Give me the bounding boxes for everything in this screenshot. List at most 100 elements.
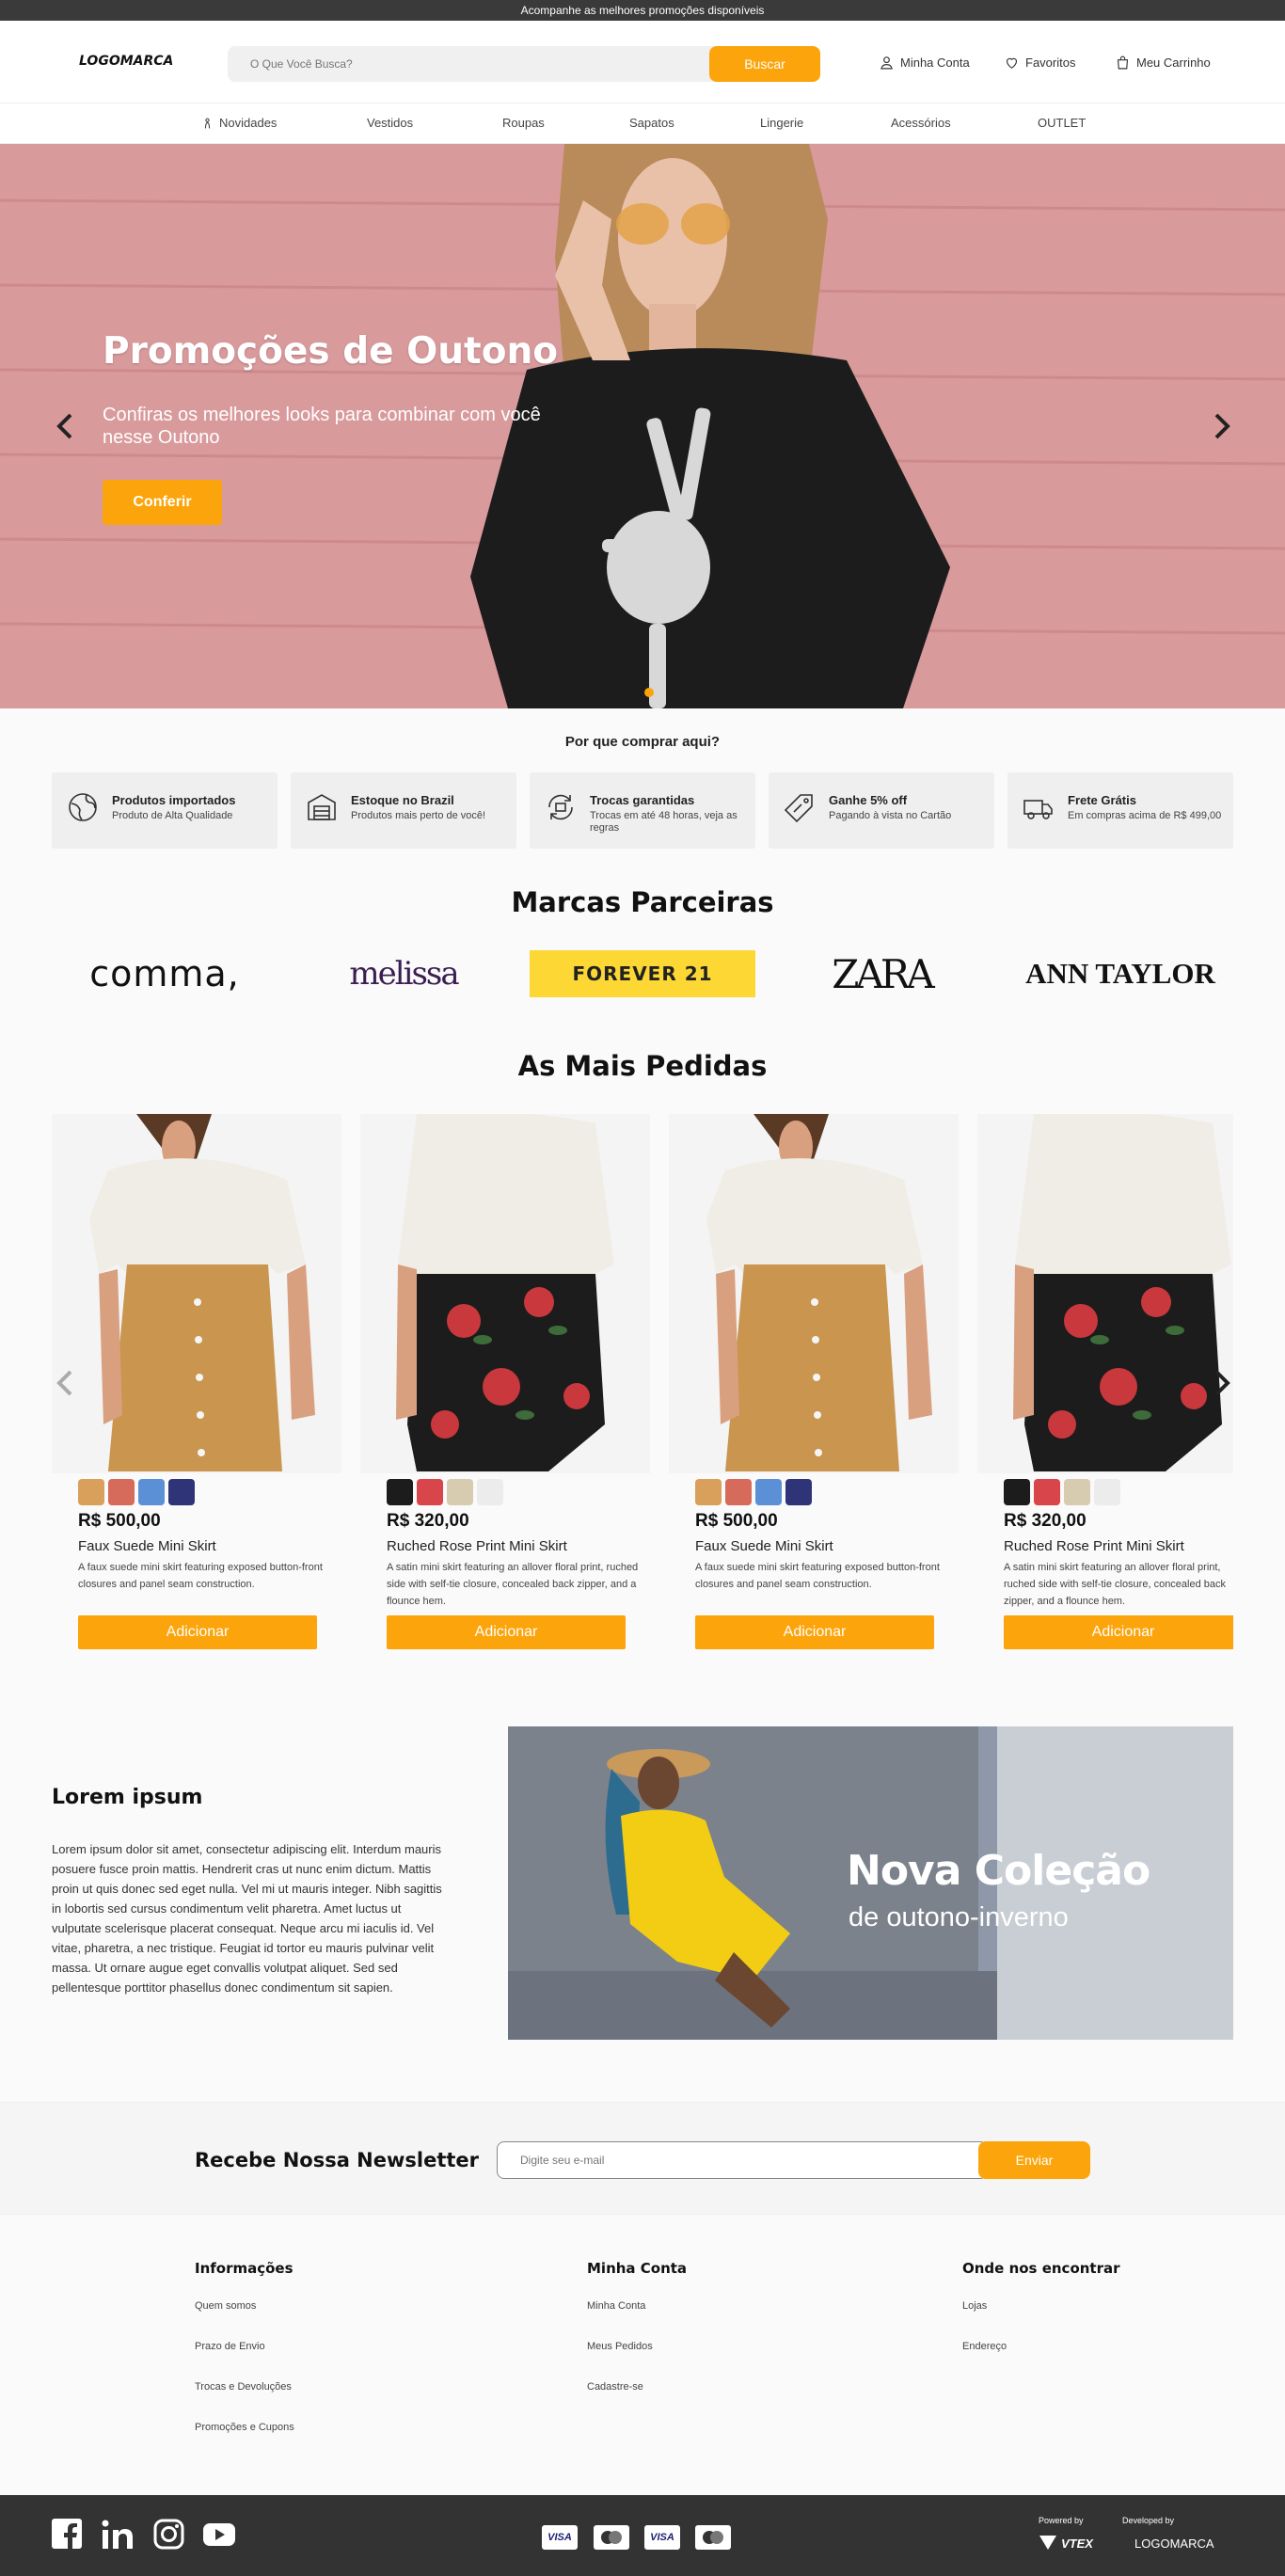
brand-logo-ann-taylor[interactable]: ANN TAYLOR	[1007, 950, 1233, 997]
chevron-left-icon[interactable]	[52, 407, 80, 445]
color-swatch[interactable]	[417, 1479, 443, 1505]
color-swatch[interactable]	[785, 1479, 812, 1505]
add-to-cart-button[interactable]: Adicionar	[387, 1615, 626, 1649]
product-image[interactable]	[52, 1114, 341, 1473]
nav-item-lingerie[interactable]: Lingerie	[760, 116, 803, 130]
products-title: As Mais Pedidas	[517, 1050, 768, 1082]
footer-link[interactable]: Meus Pedidos	[587, 2341, 653, 2352]
footer-link[interactable]: Endereço	[962, 2341, 1007, 2352]
newsletter-submit-button[interactable]: Enviar	[978, 2141, 1090, 2179]
chevron-right-icon[interactable]	[1207, 1364, 1235, 1402]
benefit-desc: Produtos mais perto de você!	[351, 810, 486, 821]
vtex-logo[interactable]: VTEX	[1061, 2536, 1093, 2551]
color-swatch[interactable]	[1094, 1479, 1120, 1505]
nav-item-novidades[interactable]: Novidades	[201, 116, 277, 130]
nav-item-outlet[interactable]: OUTLET	[1038, 116, 1086, 130]
topbar-text: Acompanhe as melhores promoções disponív…	[520, 4, 765, 17]
nav-item-acessorios[interactable]: Acessórios	[891, 116, 951, 130]
product-desc: A faux suede mini skirt featuring expose…	[695, 1562, 940, 1590]
site-header: LOGOMARCA Buscar Minha Conta Favoritos M…	[0, 21, 1285, 103]
main-nav: Novidades Vestidos Roupas Sapatos Linger…	[0, 103, 1285, 144]
collection-banner[interactable]: Nova Coleção de outono-inverno	[508, 1726, 1233, 2040]
footer-link[interactable]: Cadastre-se	[587, 2381, 643, 2393]
brand-logo-comma[interactable]: comma,	[52, 950, 278, 997]
newsletter-email-input[interactable]	[497, 2141, 988, 2179]
color-swatch[interactable]	[387, 1479, 413, 1505]
product-name[interactable]: Faux Suede Mini Skirt	[78, 1538, 216, 1554]
nav-item-roupas[interactable]: Roupas	[502, 116, 545, 130]
benefit-desc: Trocas em até 48 horas, veja as regras	[590, 810, 738, 834]
payment-label: VISA	[547, 2532, 572, 2543]
linkedin-icon[interactable]	[102, 2519, 134, 2551]
instagram-icon[interactable]	[153, 2519, 184, 2550]
product-name[interactable]: Ruched Rose Print Mini Skirt	[387, 1538, 567, 1554]
collection-subtitle: de outono-inverno	[849, 1902, 1069, 1932]
add-to-cart-button[interactable]: Adicionar	[78, 1615, 317, 1649]
nav-item-label: Vestidos	[367, 116, 414, 130]
color-swatch[interactable]	[138, 1479, 165, 1505]
brand-name: ZARA	[832, 950, 934, 997]
search-input[interactable]	[228, 46, 707, 82]
product-name[interactable]: Ruched Rose Print Mini Skirt	[1004, 1538, 1184, 1554]
nav-item-label: OUTLET	[1038, 116, 1087, 130]
facebook-icon[interactable]	[52, 2519, 82, 2551]
account-link[interactable]: Minha Conta	[879, 55, 970, 71]
brand-logo-melissa[interactable]: melissa	[291, 950, 516, 997]
color-swatch[interactable]	[477, 1479, 503, 1505]
search-button[interactable]: Buscar	[709, 46, 820, 82]
cart-link[interactable]: Meu Carrinho	[1115, 55, 1211, 71]
footer-link[interactable]: Lojas	[962, 2300, 987, 2312]
color-swatch[interactable]	[447, 1479, 473, 1505]
color-swatch[interactable]	[695, 1479, 722, 1505]
benefit-card: Frete Grátis Em compras acima de R$ 499,…	[1007, 772, 1233, 849]
product-image[interactable]	[360, 1114, 650, 1473]
footer-link[interactable]: Quem somos	[195, 2300, 256, 2312]
color-swatch[interactable]	[78, 1479, 104, 1505]
product-card[interactable]: R$ 320,00 Ruched Rose Print Mini Skirt A…	[977, 1114, 1233, 1650]
lorem-text: Lorem ipsum dolor sit amet, consectetur …	[52, 1842, 442, 1995]
brand-logo-zara[interactable]: ZARA	[769, 950, 994, 997]
footer-link[interactable]: Promoções e Cupons	[195, 2422, 294, 2433]
product-price: R$ 320,00	[387, 1511, 469, 1531]
nav-item-label: Novidades	[219, 116, 278, 130]
chevron-right-icon[interactable]	[1207, 407, 1235, 445]
youtube-icon[interactable]	[203, 2523, 235, 2546]
product-card[interactable]: R$ 500,00 Faux Suede Mini Skirt A faux s…	[669, 1114, 959, 1650]
footer-link[interactable]: Trocas e Devoluções	[195, 2381, 292, 2393]
color-swatch[interactable]	[1004, 1479, 1030, 1505]
brand-logo-forever21[interactable]: FOREVER 21	[530, 950, 755, 997]
nav-item-label: Lingerie	[760, 116, 804, 130]
footer-heading-account: Minha Conta	[587, 2260, 688, 2277]
logo[interactable]: LOGOMARCA	[79, 54, 173, 69]
nav-item-label: Sapatos	[629, 116, 674, 130]
footer-link[interactable]: Prazo de Envio	[195, 2341, 265, 2352]
chevron-left-icon[interactable]	[52, 1364, 80, 1402]
payment-label: VISA	[650, 2532, 674, 2543]
footer-link[interactable]: Minha Conta	[587, 2300, 645, 2312]
developer-logo[interactable]: LOGOMARCA	[1134, 2536, 1214, 2551]
add-to-cart-button[interactable]: Adicionar	[1004, 1615, 1233, 1649]
color-swatch[interactable]	[725, 1479, 752, 1505]
powered-by-label: Powered by	[1039, 2516, 1084, 2525]
color-swatch[interactable]	[168, 1479, 195, 1505]
product-name[interactable]: Faux Suede Mini Skirt	[695, 1538, 833, 1554]
color-swatch[interactable]	[108, 1479, 135, 1505]
product-card[interactable]: R$ 320,00 Ruched Rose Print Mini Skirt A…	[360, 1114, 650, 1650]
lorem-title: Lorem ipsum	[52, 1786, 203, 1809]
vtex-logo-icon	[1039, 2536, 1056, 2550]
favorites-link[interactable]: Favoritos	[1004, 55, 1075, 71]
color-swatch[interactable]	[1034, 1479, 1060, 1505]
hero-cta-button[interactable]: Conferir	[103, 480, 222, 525]
product-card[interactable]: R$ 500,00 Faux Suede Mini Skirt A faux s…	[52, 1114, 341, 1650]
product-image[interactable]	[669, 1114, 959, 1473]
nav-item-vestidos[interactable]: Vestidos	[367, 116, 413, 130]
product-image[interactable]	[977, 1114, 1233, 1473]
add-to-cart-button[interactable]: Adicionar	[695, 1615, 934, 1649]
color-swatch[interactable]	[755, 1479, 782, 1505]
footer-bottom-bar: VISA VISA Powered by VTEX Developed by L…	[0, 2495, 1285, 2576]
product-desc: A faux suede mini skirt featuring expose…	[78, 1562, 323, 1590]
color-swatch[interactable]	[1064, 1479, 1090, 1505]
nav-item-sapatos[interactable]: Sapatos	[629, 116, 674, 130]
benefit-title: Estoque no Brazil	[351, 793, 454, 807]
footer-heading-info: Informações	[195, 2260, 293, 2277]
